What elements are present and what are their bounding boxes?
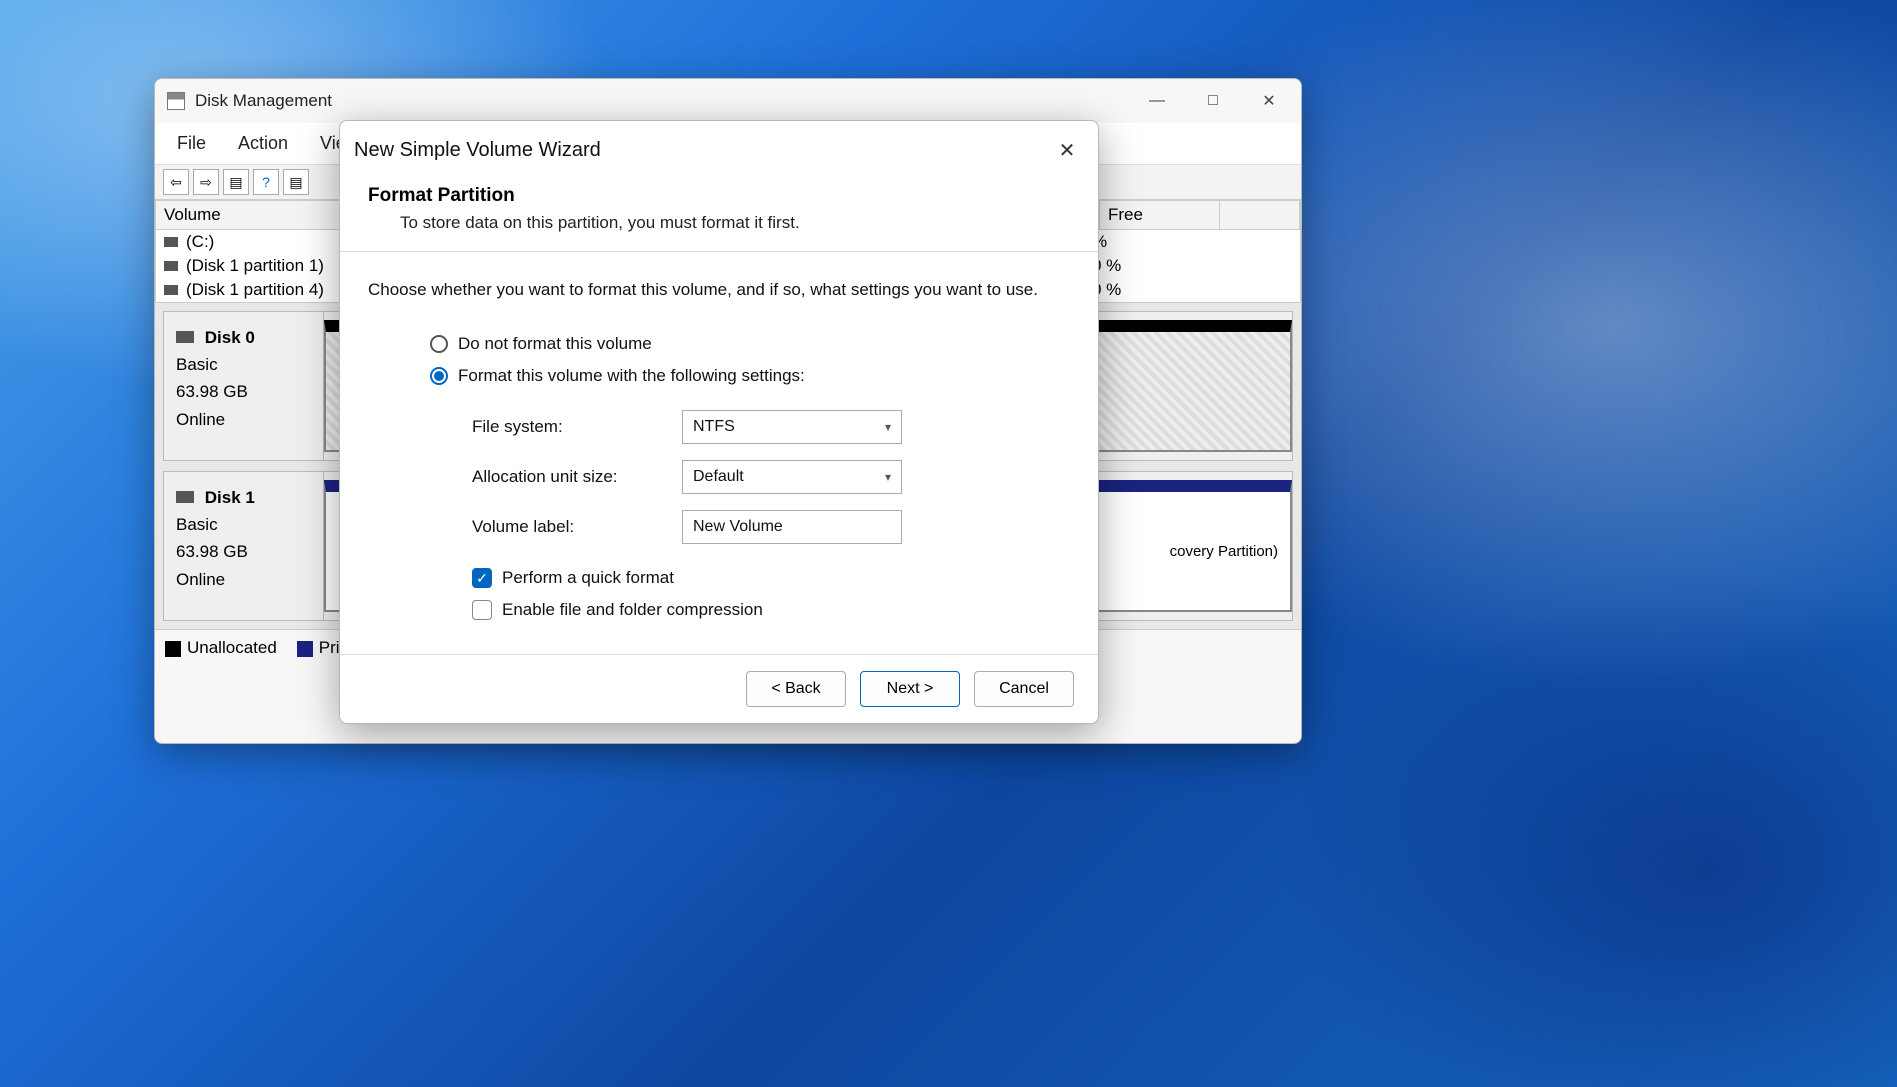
app-icon	[167, 92, 185, 110]
volume-icon	[164, 261, 178, 271]
volume-label-label: Volume label:	[472, 517, 682, 537]
volume-icon	[164, 285, 178, 295]
radio-format-with-settings[interactable]: Format this volume with the following se…	[368, 360, 1070, 392]
swatch-unallocated	[165, 641, 181, 657]
quick-format-checkbox[interactable]: ✓ Perform a quick format	[368, 562, 1070, 594]
volume-icon	[164, 237, 178, 247]
file-system-label: File system:	[472, 417, 682, 437]
disk-icon	[176, 331, 194, 343]
col-free[interactable]: Free	[1100, 201, 1220, 229]
forward-icon[interactable]: ⇨	[193, 169, 219, 195]
chevron-down-icon: ▾	[885, 470, 891, 484]
col-blank[interactable]	[1220, 201, 1300, 229]
wizard-subheading: To store data on this partition, you mus…	[368, 213, 1070, 233]
minimize-button[interactable]: —	[1129, 79, 1185, 123]
titlebar: Disk Management — □ ✕	[155, 79, 1301, 123]
wizard-title: New Simple Volume Wizard	[354, 139, 1050, 162]
wizard-footer: < Back Next > Cancel	[340, 654, 1098, 723]
disk-label[interactable]: Disk 1 Basic 63.98 GB Online	[164, 472, 324, 620]
radio-icon	[430, 367, 448, 385]
radio-icon	[430, 335, 448, 353]
back-icon[interactable]: ⇦	[163, 169, 189, 195]
swatch-primary	[297, 641, 313, 657]
volume-label-input[interactable]: New Volume	[682, 510, 902, 544]
wizard-titlebar: New Simple Volume Wizard ✕	[340, 121, 1098, 173]
menu-file[interactable]: File	[161, 125, 222, 162]
wizard-header: Format Partition To store data on this p…	[340, 173, 1098, 252]
compression-checkbox[interactable]: Enable file and folder compression	[368, 594, 1070, 626]
close-icon[interactable]: ✕	[1050, 133, 1084, 167]
menu-action[interactable]: Action	[222, 125, 304, 162]
close-button[interactable]: ✕	[1241, 79, 1297, 123]
format-settings: File system: NTFS ▾ Allocation unit size…	[368, 392, 1070, 562]
maximize-button[interactable]: □	[1185, 79, 1241, 123]
window-title: Disk Management	[195, 91, 1129, 111]
next-button[interactable]: Next >	[860, 671, 960, 707]
list-icon[interactable]: ▤	[283, 169, 309, 195]
checkbox-icon: ✓	[472, 568, 492, 588]
checkbox-icon	[472, 600, 492, 620]
allocation-unit-select[interactable]: Default ▾	[682, 460, 902, 494]
allocation-unit-label: Allocation unit size:	[472, 467, 682, 487]
wizard-dialog: New Simple Volume Wizard ✕ Format Partit…	[339, 120, 1099, 724]
back-button[interactable]: < Back	[746, 671, 846, 707]
disk-icon	[176, 491, 194, 503]
disk-label[interactable]: Disk 0 Basic 63.98 GB Online	[164, 312, 324, 460]
wizard-heading: Format Partition	[368, 185, 1070, 207]
wizard-intro: Choose whether you want to format this v…	[368, 280, 1070, 300]
layout-icon[interactable]: ▤	[223, 169, 249, 195]
chevron-down-icon: ▾	[885, 420, 891, 434]
help-icon[interactable]: ?	[253, 169, 279, 195]
file-system-select[interactable]: NTFS ▾	[682, 410, 902, 444]
wizard-body: Choose whether you want to format this v…	[340, 252, 1098, 646]
cancel-button[interactable]: Cancel	[974, 671, 1074, 707]
radio-do-not-format[interactable]: Do not format this volume	[368, 328, 1070, 360]
